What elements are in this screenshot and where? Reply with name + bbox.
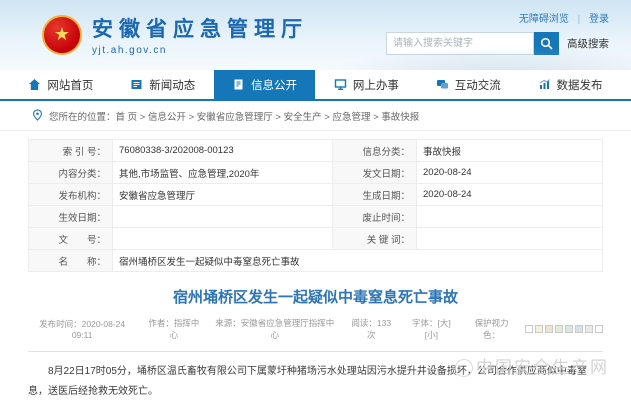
- field-value-generated-date: 2020-08-24: [417, 184, 603, 206]
- nav-label: 新闻动态: [149, 77, 195, 93]
- field-value-issue-date: 2020-08-24: [417, 162, 603, 184]
- nav-label: 网上办事: [353, 77, 399, 93]
- field-label-effective-date: 生效日期：: [29, 206, 113, 228]
- color-swatch[interactable]: [525, 325, 533, 333]
- body-paragraph: 8月22日17时05分，埇桥区温氏畜牧有限公司下属蒙圩种猪场污水处理站因污水提升…: [28, 362, 603, 402]
- table-row: 名 称： 宿州埇桥区发生一起疑似中毒窒息死亡事故: [29, 250, 603, 272]
- article-title: 宿州埇桥区发生一起疑似中毒窒息死亡事故: [28, 286, 603, 307]
- field-value-keywords: [417, 228, 603, 250]
- content-card: 索 引 号： 76080338-3/202008-00123 信息分类： 事故快…: [28, 139, 603, 402]
- nav-item-news[interactable]: 新闻动态: [112, 70, 214, 99]
- nav-label: 网站首页: [47, 77, 93, 93]
- color-swatch[interactable]: [595, 325, 603, 333]
- read-count: 阅读：133 次: [346, 317, 396, 341]
- location-pin-icon: [32, 109, 43, 122]
- news-icon: [130, 78, 143, 91]
- protect-color-label: 保护视力色：: [466, 317, 517, 341]
- chart-icon: [538, 78, 551, 91]
- table-row: 索 引 号： 76080338-3/202008-00123 信息分类： 事故快…: [29, 140, 603, 162]
- table-row: 文 号： 关 键 词：: [29, 228, 603, 250]
- national-emblem-logo: ★: [42, 15, 82, 55]
- field-value-doc-number: [113, 228, 333, 250]
- field-label-content-category: 内容分类：: [29, 162, 113, 184]
- color-swatch[interactable]: [555, 325, 563, 333]
- nav-label: 信息公开: [251, 77, 297, 93]
- field-value-repeal-date: [417, 206, 603, 228]
- field-value-name: 宿州埇桥区发生一起疑似中毒窒息死亡事故: [113, 250, 603, 272]
- nav-item-data-release[interactable]: 数据发布: [519, 70, 621, 99]
- field-label-name: 名 称：: [29, 250, 113, 272]
- field-value-content-category: 其他,市场监管、应急管理,2020年: [113, 162, 333, 184]
- breadcrumb: 您所在的位置：首 页 > 信息公开 > 安徽省应急管理厅 > 安全生产 > 应急…: [0, 101, 631, 131]
- nav-item-home[interactable]: 网站首页: [10, 70, 112, 99]
- article-meta: 发布时间：2020-08-24 09:11 作者：指挥中心 来源：安徽省应急管理…: [28, 317, 603, 341]
- field-value-info-category: 事故快报: [417, 140, 603, 162]
- site-header: ★ 安徽省应急管理厅 yjt.ah.gov.cn 无障碍浏览 | 登录 高级搜索: [0, 0, 631, 70]
- color-swatch[interactable]: [535, 325, 543, 333]
- field-value-effective-date: [113, 206, 333, 228]
- links-divider: |: [578, 14, 581, 25]
- source: 来源：安徽省应急管理厅指挥中心: [211, 317, 338, 341]
- nav-item-info-disclosure[interactable]: 信息公开: [214, 70, 316, 99]
- color-swatch[interactable]: [575, 325, 583, 333]
- field-label-info-category: 信息分类：: [333, 140, 417, 162]
- document-info-table: 索 引 号： 76080338-3/202008-00123 信息分类： 事故快…: [28, 139, 603, 272]
- table-row: 内容分类： 其他,市场监管、应急管理,2020年 发文日期： 2020-08-2…: [29, 162, 603, 184]
- advanced-search-link[interactable]: 高级搜索: [567, 36, 609, 51]
- field-label-index-no: 索 引 号：: [29, 140, 113, 162]
- accessibility-link[interactable]: 无障碍浏览: [519, 14, 569, 25]
- article-body: 8月22日17时05分，埇桥区温氏畜牧有限公司下属蒙圩种猪场污水处理站因污水提升…: [28, 362, 603, 402]
- body-text-1: 8月22日17时05分，埇桥区温氏畜牧有限公司下属蒙圩种猪场污水处理站因污水提升…: [48, 366, 547, 377]
- field-value-index-no: 76080338-3/202008-00123: [113, 140, 333, 162]
- field-value-publisher: 安徽省应急管理厅: [113, 184, 333, 206]
- nav-item-online-service[interactable]: 网上办事: [315, 70, 417, 99]
- search-input[interactable]: [386, 32, 534, 55]
- protect-color-swatches: [525, 325, 603, 333]
- search-button[interactable]: [534, 32, 559, 55]
- table-row: 生效日期： 废止时间：: [29, 206, 603, 228]
- chat-icon: [436, 78, 449, 91]
- field-label-doc-number: 文 号：: [29, 228, 113, 250]
- breadcrumb-text: 您所在的位置：首 页 > 信息公开 > 安徽省应急管理厅 > 安全生产 > 应急…: [49, 109, 419, 123]
- field-label-issue-date: 发文日期：: [333, 162, 417, 184]
- login-link[interactable]: 登录: [589, 14, 609, 25]
- page: ★ 安徽省应急管理厅 yjt.ah.gov.cn 无障碍浏览 | 登录 高级搜索: [0, 0, 631, 406]
- monitor-icon: [334, 78, 347, 91]
- site-title: 安徽省应急管理厅: [92, 13, 308, 43]
- info-disclosure-icon: [232, 78, 245, 91]
- search-area: 高级搜索: [386, 32, 609, 55]
- publish-time: 发布时间：2020-08-24 09:11: [28, 318, 136, 340]
- field-label-repeal-date: 废止时间：: [333, 206, 417, 228]
- brand: ★ 安徽省应急管理厅 yjt.ah.gov.cn: [42, 13, 308, 56]
- nav-label: 数据发布: [557, 77, 603, 93]
- color-swatch[interactable]: [565, 325, 573, 333]
- nav-label: 互动交流: [455, 77, 501, 93]
- author: 作者：指挥中心: [144, 317, 203, 341]
- main-nav: 网站首页 新闻动态 信息公开: [0, 70, 631, 101]
- nav-item-interaction[interactable]: 互动交流: [417, 70, 519, 99]
- search-icon: [540, 37, 553, 50]
- color-swatch[interactable]: [545, 325, 553, 333]
- top-utility-links: 无障碍浏览 | 登录: [519, 10, 609, 25]
- font-size-switch[interactable]: 字体：[大] [小]: [404, 317, 458, 341]
- color-swatch[interactable]: [585, 325, 593, 333]
- divider: [28, 351, 603, 352]
- field-label-keywords: 关 键 词：: [333, 228, 417, 250]
- field-label-publisher: 发布机构：: [29, 184, 113, 206]
- table-row: 发布机构： 安徽省应急管理厅 生成日期： 2020-08-24: [29, 184, 603, 206]
- site-domain: yjt.ah.gov.cn: [92, 45, 308, 56]
- field-label-generated-date: 生成日期：: [333, 184, 417, 206]
- home-icon: [28, 78, 41, 91]
